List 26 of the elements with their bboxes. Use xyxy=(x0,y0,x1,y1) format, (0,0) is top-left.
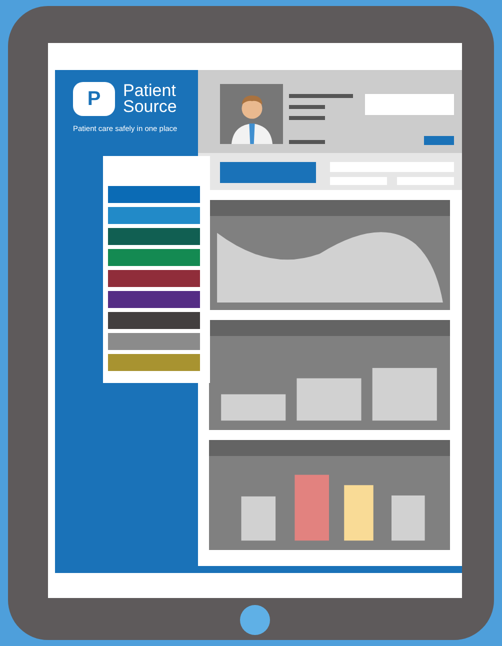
color-swatch[interactable] xyxy=(108,333,200,350)
chart-bar xyxy=(241,496,276,541)
input-field[interactable] xyxy=(397,177,454,185)
chart-bar xyxy=(294,474,329,541)
chart-bar xyxy=(344,485,374,541)
chart-bar xyxy=(372,368,437,421)
action-button[interactable] xyxy=(424,136,454,145)
primary-button[interactable] xyxy=(220,162,316,183)
color-swatch[interactable] xyxy=(108,228,200,245)
color-swatch[interactable] xyxy=(108,291,200,308)
color-swatch[interactable] xyxy=(108,249,200,266)
color-swatch[interactable] xyxy=(108,270,200,287)
color-swatch[interactable] xyxy=(108,354,200,371)
brand-name: Source xyxy=(123,99,177,115)
color-swatch[interactable] xyxy=(108,207,200,224)
brand-name: Patient xyxy=(123,83,177,99)
color-swatch[interactable] xyxy=(108,186,200,203)
chart-bar xyxy=(296,378,362,421)
home-button[interactable] xyxy=(240,605,270,635)
color-swatch[interactable] xyxy=(108,312,200,329)
input-field[interactable] xyxy=(365,94,454,115)
input-field[interactable] xyxy=(330,162,454,172)
logo-badge: P xyxy=(73,82,115,116)
chart-bar xyxy=(392,495,425,541)
input-field[interactable] xyxy=(330,177,387,185)
chart-bar xyxy=(221,394,286,421)
